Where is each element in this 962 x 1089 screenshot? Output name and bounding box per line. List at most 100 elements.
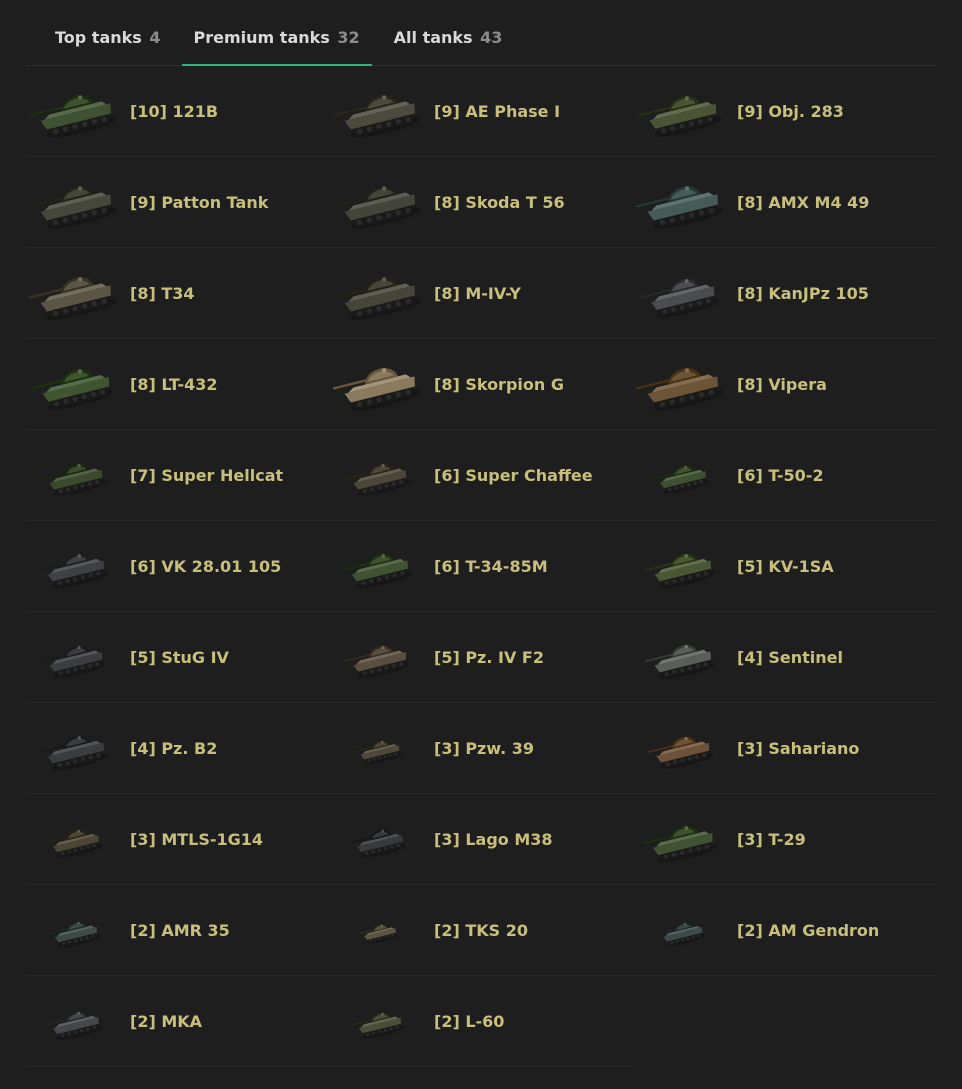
- tank-item[interactable]: [4] Pz. B2: [26, 703, 330, 794]
- tank-item[interactable]: [2] AMR 35: [26, 885, 330, 976]
- tank-thumbnail: [26, 258, 122, 328]
- tank-thumbnail: [330, 258, 426, 328]
- tank-item[interactable]: [9] Obj. 283: [633, 66, 937, 157]
- tank-item[interactable]: [3] Sahariano: [633, 703, 937, 794]
- tab-all-tanks[interactable]: All tanks 43: [382, 0, 515, 65]
- tank-item[interactable]: [2] L-60: [330, 976, 633, 1067]
- tank-item[interactable]: [5] Pz. IV F2: [330, 612, 633, 703]
- tank-name[interactable]: [10] 121B: [130, 102, 218, 121]
- tank-name[interactable]: [5] StuG IV: [130, 648, 229, 667]
- tank-name[interactable]: [6] T-50-2: [737, 466, 824, 485]
- tank-item[interactable]: [8] AMX M4 49: [633, 157, 937, 248]
- tank-name[interactable]: [2] MKA: [130, 1012, 202, 1031]
- tank-name[interactable]: [3] MTLS-1G14: [130, 830, 263, 849]
- tank-item[interactable]: [8] LT-432: [26, 339, 330, 430]
- tank-name[interactable]: [9] Patton Tank: [130, 193, 268, 212]
- tab-label: Top tanks: [55, 28, 142, 47]
- tank-name[interactable]: [9] Obj. 283: [737, 102, 844, 121]
- tank-name[interactable]: [8] M-IV-Y: [434, 284, 521, 303]
- tank-name[interactable]: [3] T-29: [737, 830, 806, 849]
- tank-name[interactable]: [4] Pz. B2: [130, 739, 217, 758]
- tank-grid: [10] 121B [9] AE Phase I [9] Obj. 283 [9] P…: [26, 66, 937, 1067]
- tank-name[interactable]: [2] AMR 35: [130, 921, 230, 940]
- tank-thumbnail: [26, 895, 122, 965]
- tank-item[interactable]: [9] AE Phase I: [330, 66, 633, 157]
- tank-name[interactable]: [6] Super Chaffee: [434, 466, 593, 485]
- tank-name[interactable]: [9] AE Phase I: [434, 102, 560, 121]
- tank-thumbnail: [26, 804, 122, 874]
- tank-item[interactable]: [8] T34: [26, 248, 330, 339]
- tank-item[interactable]: [6] Super Chaffee: [330, 430, 633, 521]
- tank-thumbnail: [330, 622, 426, 692]
- tank-thumbnail: [26, 440, 122, 510]
- tank-item[interactable]: [2] MKA: [26, 976, 330, 1067]
- tank-item[interactable]: [3] T-29: [633, 794, 937, 885]
- tank-item[interactable]: [4] Sentinel: [633, 612, 937, 703]
- tank-item[interactable]: [3] Pzw. 39: [330, 703, 633, 794]
- tank-name[interactable]: [2] TKS 20: [434, 921, 528, 940]
- tank-item[interactable]: [9] Patton Tank: [26, 157, 330, 248]
- tab-count: 32: [337, 28, 360, 47]
- tank-thumbnail: [633, 804, 729, 874]
- tank-thumbnail: [26, 349, 122, 419]
- tank-item[interactable]: [2] TKS 20: [330, 885, 633, 976]
- tank-thumbnail: [26, 622, 122, 692]
- tank-thumbnail: [330, 986, 426, 1056]
- tank-name[interactable]: [6] VK 28.01 105: [130, 557, 281, 576]
- tank-thumbnail: [633, 713, 729, 783]
- tab-label: All tanks: [393, 28, 473, 47]
- tank-thumbnail: [330, 531, 426, 601]
- tank-item[interactable]: [8] M-IV-Y: [330, 248, 633, 339]
- tank-item[interactable]: [5] KV-1SA: [633, 521, 937, 612]
- tank-name[interactable]: [8] KanJPz 105: [737, 284, 869, 303]
- tank-thumbnail: [330, 804, 426, 874]
- tank-thumbnail: [633, 440, 729, 510]
- tab-top-tanks[interactable]: Top tanks 4: [26, 0, 173, 65]
- tank-thumbnail: [633, 531, 729, 601]
- tank-item[interactable]: [6] T-50-2: [633, 430, 937, 521]
- tank-item[interactable]: [7] Super Hellcat: [26, 430, 330, 521]
- tab-label: Premium tanks: [193, 28, 330, 47]
- tank-item[interactable]: [3] MTLS-1G14: [26, 794, 330, 885]
- tank-item[interactable]: [8] KanJPz 105: [633, 248, 937, 339]
- tank-name[interactable]: [8] AMX M4 49: [737, 193, 869, 212]
- tank-name[interactable]: [8] LT-432: [130, 375, 217, 394]
- tank-thumbnail: [330, 713, 426, 783]
- tank-name[interactable]: [3] Lago M38: [434, 830, 553, 849]
- tank-name[interactable]: [4] Sentinel: [737, 648, 843, 667]
- tab-premium-tanks[interactable]: Premium tanks 32: [181, 0, 372, 66]
- tank-thumbnail: [26, 713, 122, 783]
- tank-thumbnail: [330, 895, 426, 965]
- tank-thumbnail: [633, 349, 729, 419]
- tank-item[interactable]: [3] Lago M38: [330, 794, 633, 885]
- tank-item[interactable]: [8] Vipera: [633, 339, 937, 430]
- tank-item[interactable]: [8] Skorpion G: [330, 339, 633, 430]
- tank-item[interactable]: [6] VK 28.01 105: [26, 521, 330, 612]
- tank-thumbnail: [633, 895, 729, 965]
- tank-thumbnail: [633, 167, 729, 237]
- tank-name[interactable]: [3] Sahariano: [737, 739, 859, 758]
- tank-name[interactable]: [8] Skorpion G: [434, 375, 564, 394]
- tank-thumbnail: [633, 258, 729, 328]
- tank-name[interactable]: [8] Skoda T 56: [434, 193, 565, 212]
- tank-name[interactable]: [5] KV-1SA: [737, 557, 834, 576]
- tank-thumbnail: [330, 76, 426, 146]
- tank-thumbnail: [26, 531, 122, 601]
- tank-item[interactable]: [8] Skoda T 56: [330, 157, 633, 248]
- tank-name[interactable]: [8] Vipera: [737, 375, 827, 394]
- tab-count: 4: [149, 28, 161, 47]
- tank-name[interactable]: [7] Super Hellcat: [130, 466, 283, 485]
- tank-thumbnail: [633, 622, 729, 692]
- tank-name[interactable]: [2] L-60: [434, 1012, 504, 1031]
- tab-count: 43: [480, 28, 503, 47]
- tank-item[interactable]: [2] AM Gendron: [633, 885, 937, 976]
- tank-thumbnail: [26, 986, 122, 1056]
- tank-name[interactable]: [8] T34: [130, 284, 195, 303]
- tank-item[interactable]: [10] 121B: [26, 66, 330, 157]
- tank-name[interactable]: [2] AM Gendron: [737, 921, 879, 940]
- tank-name[interactable]: [6] T-34-85M: [434, 557, 548, 576]
- tank-item[interactable]: [6] T-34-85M: [330, 521, 633, 612]
- tank-item[interactable]: [5] StuG IV: [26, 612, 330, 703]
- tank-name[interactable]: [3] Pzw. 39: [434, 739, 534, 758]
- tank-name[interactable]: [5] Pz. IV F2: [434, 648, 544, 667]
